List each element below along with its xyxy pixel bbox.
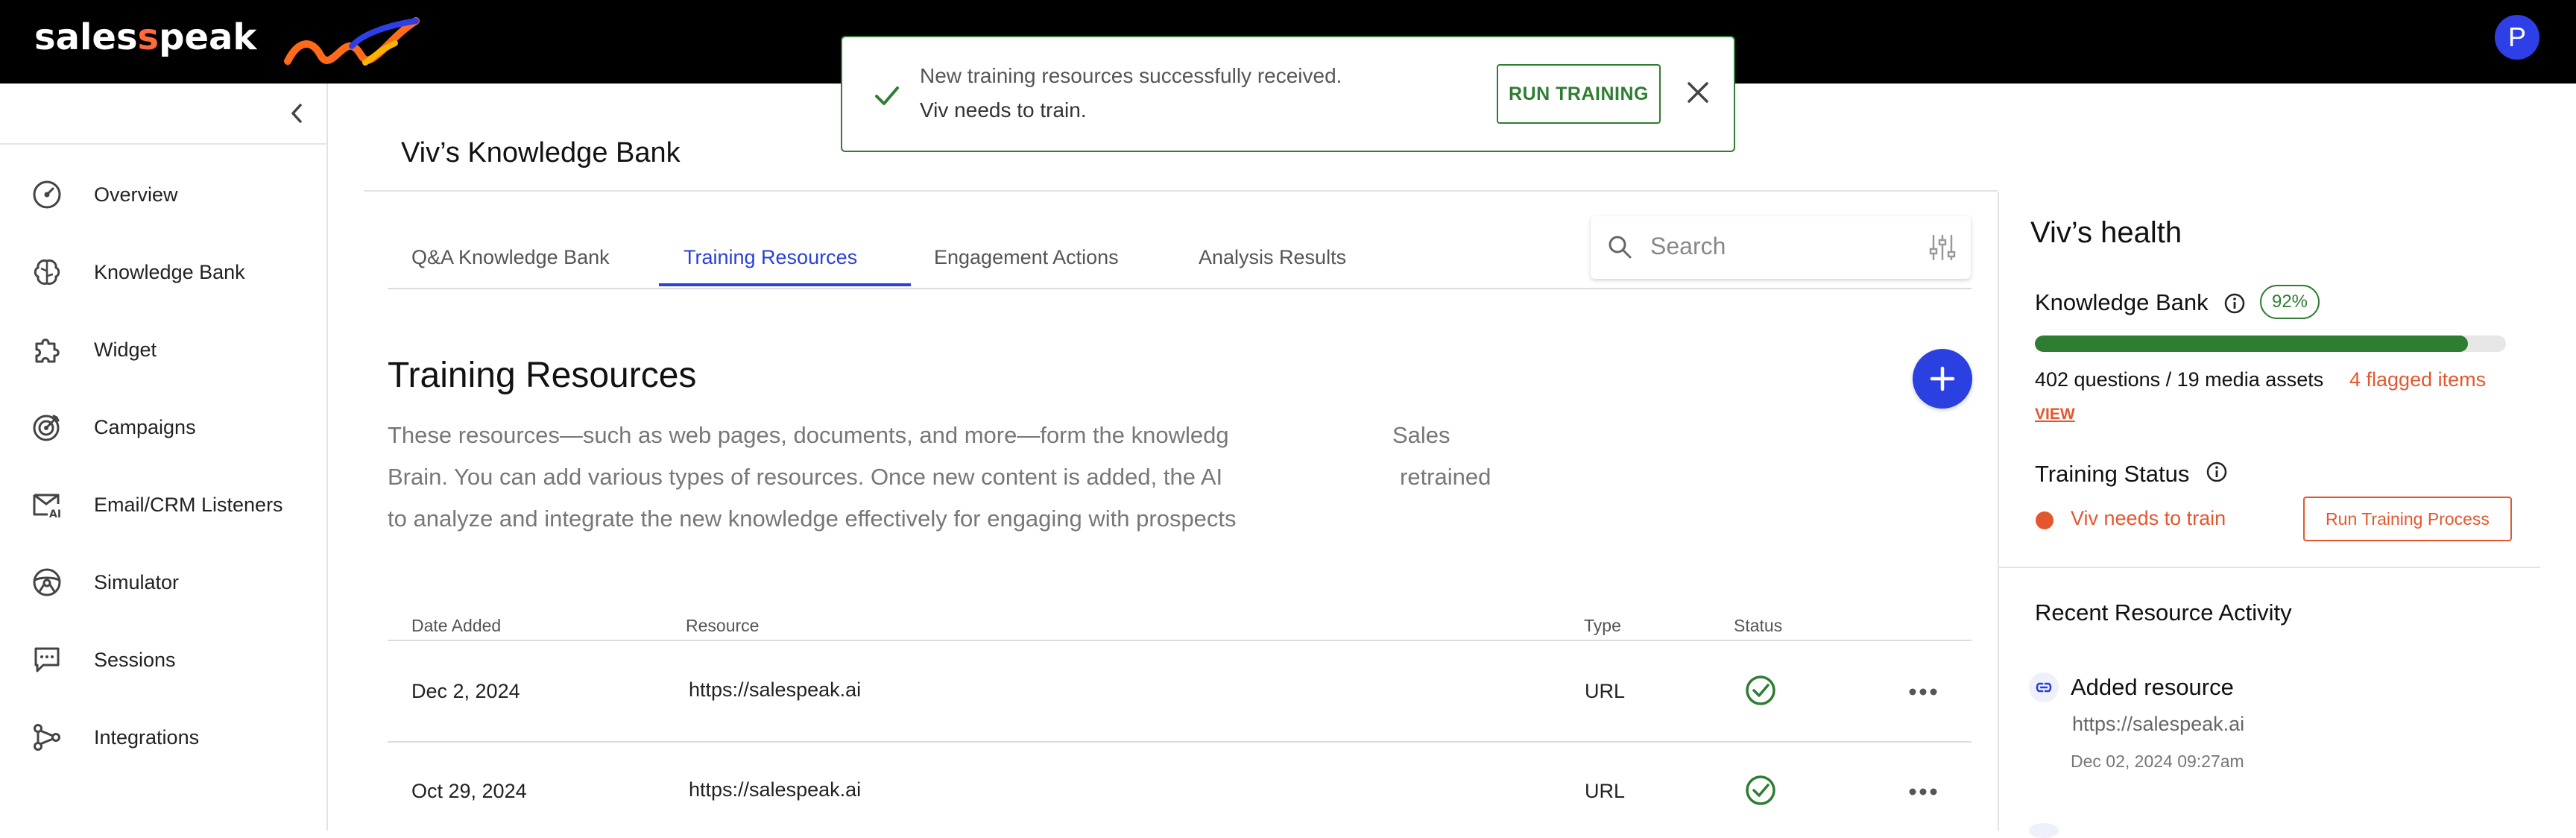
search-icon [1609,236,1632,259]
sidebar-item-label: Sessions [94,648,176,671]
search-box[interactable]: Search [1591,216,1971,279]
sidebar-item-label: Knowledge Bank [94,260,245,283]
nodes-icon [34,724,60,751]
link-icon [2029,672,2059,702]
activity-icon [2029,823,2059,838]
sidebar-item-label: Campaigns [94,415,196,438]
row-divider [388,741,1972,743]
sidebar-item-campaigns[interactable]: Campaigns [0,394,326,461]
type-cell: URL [1585,780,1626,802]
column-header-resource[interactable]: Resource [686,616,759,636]
sidebar: Overview Knowledge Bank Widget Campaigns… [0,84,328,831]
right-panel-divider [1998,192,1999,831]
knowledge-bank-progress-bar [2035,335,2506,352]
check-circle-icon [1746,675,1775,705]
column-header-date[interactable]: Date Added [411,616,501,636]
activity-url[interactable]: https://salespeak.ai [2072,713,2244,736]
sidebar-item-widget[interactable]: Widget [0,316,326,383]
sidebar-item-label: Overview [94,183,178,206]
svg-text:AI: AI [49,508,61,520]
resource-link[interactable]: https://salespeak.ai [689,778,861,801]
header-divider [364,190,1998,192]
knowledge-bank-label: Knowledge Bank [2035,289,2209,315]
description-text: These resources—such as web pages, docum… [388,422,1229,448]
description-text: Sales [1392,422,1450,448]
activity-title: Added resource [2071,674,2234,700]
sidebar-item-sessions[interactable]: Sessions [0,626,326,693]
steering-wheel-icon [33,568,61,596]
sidebar-item-knowledge-bank[interactable]: Knowledge Bank [0,239,326,306]
sidebar-item-label: Integrations [94,725,200,749]
tab-qa-knowledge-bank[interactable]: Q&A Knowledge Bank [411,246,610,269]
resource-link[interactable]: https://salespeak.ai [689,678,861,702]
info-icon[interactable] [2206,461,2228,483]
column-header-type[interactable]: Type [1584,616,1621,636]
mail-ai-icon: AI [33,494,61,520]
section-title: Training Resources [388,356,697,395]
chat-icon [34,647,60,672]
chevron-left-icon [291,104,302,123]
gauge-icon [33,180,61,209]
panel-divider [1999,567,2540,568]
brain-icon [34,259,60,285]
search-input[interactable]: Search [1650,233,1726,260]
active-tab-indicator [659,283,911,286]
sidebar-item-overview[interactable]: Overview [0,161,326,228]
date-cell: Dec 2, 2024 [411,680,520,702]
activity-timestamp: Dec 02, 2024 09:27am [2071,752,2244,771]
sidebar-item-email-crm-listeners[interactable]: AI Email/CRM Listeners [0,471,326,538]
add-resource-button[interactable] [1913,349,1972,409]
more-options-icon[interactable] [1908,787,1938,796]
success-toast: New training resources successfully rece… [841,36,1735,152]
close-icon[interactable] [1682,76,1714,109]
run-training-button[interactable]: RUN TRAINING [1497,64,1661,124]
progress-fill [2035,335,2469,352]
info-icon[interactable] [2223,292,2246,315]
sidebar-item-simulator[interactable]: Simulator [0,549,326,616]
tab-training-resources[interactable]: Training Resources [684,246,857,269]
recent-activity-title: Recent Resource Activity [2035,599,2292,626]
description-text: to analyze and integrate the new knowled… [388,505,1237,532]
column-header-status[interactable]: Status [1734,616,1782,636]
puzzle-icon [35,338,60,363]
brand-swoosh-icon [284,17,420,66]
tabs-divider [388,288,1972,289]
target-icon [33,415,60,441]
filter-sliders-icon[interactable] [1926,231,1959,264]
plus-icon [1930,366,1955,391]
knowledge-bank-percent-badge: 92% [2260,285,2320,319]
type-cell: URL [1585,680,1626,702]
sidebar-item-label: Widget [94,338,157,361]
tab-engagement-actions[interactable]: Engagement Actions [934,246,1119,269]
page-title: Viv’s Knowledge Bank [401,137,681,168]
toast-message: New training resources successfully rece… [920,64,1342,87]
sidebar-item-label: Email/CRM Listeners [94,493,283,516]
more-options-icon[interactable] [1908,687,1938,696]
training-status-value: Viv needs to train [2071,507,2226,529]
assets-summary: 402 questions / 19 media assets [2035,368,2324,391]
collapse-sidebar-button[interactable] [282,98,312,128]
check-circle-icon [1746,775,1775,805]
view-flagged-link[interactable]: VIEW [2035,406,2075,423]
salespeak-logo[interactable]: salesspeak [34,16,256,58]
user-avatar[interactable]: P [2495,15,2539,60]
description-text: Brain. You can add various types of reso… [388,464,1223,490]
sidebar-divider [0,143,326,145]
status-dot-icon [2036,511,2053,529]
training-status-label: Training Status [2035,461,2190,487]
sidebar-item-label: Simulator [94,570,180,593]
table-header-divider [388,640,1972,641]
date-cell: Oct 29, 2024 [411,780,527,802]
run-training-process-button[interactable]: Run Training Process [2303,497,2512,541]
flagged-items-link[interactable]: 4 flagged items [2349,368,2486,391]
toast-message-secondary: Viv needs to train. [920,98,1087,122]
check-icon [875,86,899,105]
health-title: Viv’s health [2030,216,2182,249]
sidebar-item-integrations[interactable]: Integrations [0,704,326,771]
description-text: retrained [1400,464,1491,490]
tab-analysis-results[interactable]: Analysis Results [1199,246,1346,269]
